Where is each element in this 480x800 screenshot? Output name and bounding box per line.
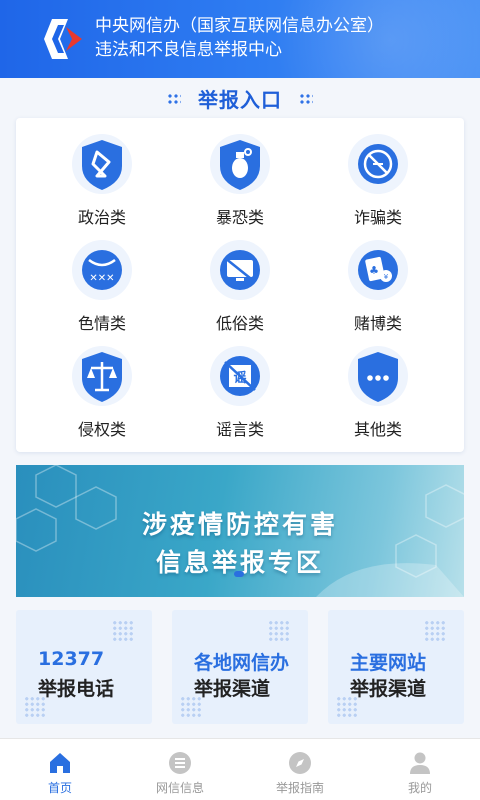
category-rumor[interactable]: 谣 谣言类 [180,338,300,439]
tab-guide[interactable]: 举报指南 [240,739,360,800]
vulgar-screen-icon [210,240,270,300]
category-other[interactable]: 其他类 [318,338,438,439]
scales-shield-icon [72,346,132,406]
user-icon [410,752,430,774]
header-title: 中央网信办（国家互联网信息办公室） 违法和不良信息举报中心 [95,14,384,62]
header-title-line1: 中央网信办（国家互联网信息办公室） [95,16,384,36]
tab-home[interactable]: 首页 [0,739,120,800]
card-subtitle: 举报渠道 [350,678,427,700]
rumor-icon: 谣 [210,346,270,406]
banner-line1: 涉疫情防控有害 [141,510,338,539]
category-label: 侵权类 [77,420,126,439]
category-label: 其他类 [353,420,402,439]
svg-text:♣: ♣ [369,264,379,277]
carousel-indicator [234,571,244,577]
card-dot-decor [268,620,290,642]
card-title: 各地网信办 [194,652,290,674]
category-vulgar[interactable]: 低俗类 [180,232,300,333]
epidemic-report-banner[interactable]: 涉疫情防控有害 信息举报专区 [16,465,464,597]
political-shield-icon [72,134,132,194]
tab-label: 首页 [47,781,72,795]
home-icon [50,753,70,773]
card-dot-decor [424,620,446,642]
fraud-no-icon [348,134,408,194]
category-label: 诈骗类 [353,208,402,227]
section-title-text: 举报入口 [198,88,282,112]
gambling-cards-icon: ♣ ¥ [348,240,408,300]
card-title: 主要网站 [350,652,427,674]
decor-dots-right [299,92,314,105]
other-shield-icon [348,346,408,406]
svg-text:✕✕✕: ✕✕✕ [89,273,114,284]
decor-dots-left [166,92,181,105]
bottom-tab-bar: 首页 网信信息 举报指南 我的 [0,738,480,800]
category-label: 色情类 [77,314,126,333]
category-label: 赌博类 [353,314,402,333]
card-major-sites[interactable]: 主要网站 举报渠道 [328,610,464,724]
category-political[interactable]: 政治类 [42,126,162,227]
tab-mine[interactable]: 我的 [360,739,480,800]
card-subtitle: 举报渠道 [194,678,271,700]
tab-label: 举报指南 [275,781,324,795]
tab-label: 网信信息 [155,781,204,795]
report-entry-title: 举报入口 [0,84,480,114]
compass-icon [289,752,311,774]
tab-label: 我的 [407,781,432,795]
cac-logo-icon [44,19,82,59]
card-dot-decor [112,620,134,642]
category-label: 谣言类 [215,420,264,439]
card-local-offices[interactable]: 各地网信办 举报渠道 [172,610,308,724]
card-hotline[interactable]: 12377 举报电话 [16,610,152,724]
category-gambling[interactable]: ♣ ¥ 赌博类 [318,232,438,333]
pornography-icon: ✕✕✕ [72,240,132,300]
app-header: 中央网信办（国家互联网信息办公室） 违法和不良信息举报中心 [0,0,480,78]
category-panel: 政治类 暴恐类 诈骗类 ✕✕✕ 色情类 低俗类 ♣ ¥ 赌博类 侵权类 谣 谣言… [16,118,464,452]
category-label: 政治类 [77,208,126,227]
card-title: 12377 [38,648,105,670]
category-infringement[interactable]: 侵权类 [42,338,162,439]
category-fraud[interactable]: 诈骗类 [318,126,438,227]
grenade-shield-icon [210,134,270,194]
category-terror[interactable]: 暴恐类 [180,126,300,227]
category-label: 低俗类 [215,314,264,333]
card-subtitle: 举报电话 [38,678,115,700]
category-pornography[interactable]: ✕✕✕ 色情类 [42,232,162,333]
tab-news[interactable]: 网信信息 [120,739,240,800]
news-list-icon [169,752,191,774]
svg-text:¥: ¥ [384,273,389,281]
category-label: 暴恐类 [215,208,264,227]
header-title-line2: 违法和不良信息举报中心 [95,40,282,60]
